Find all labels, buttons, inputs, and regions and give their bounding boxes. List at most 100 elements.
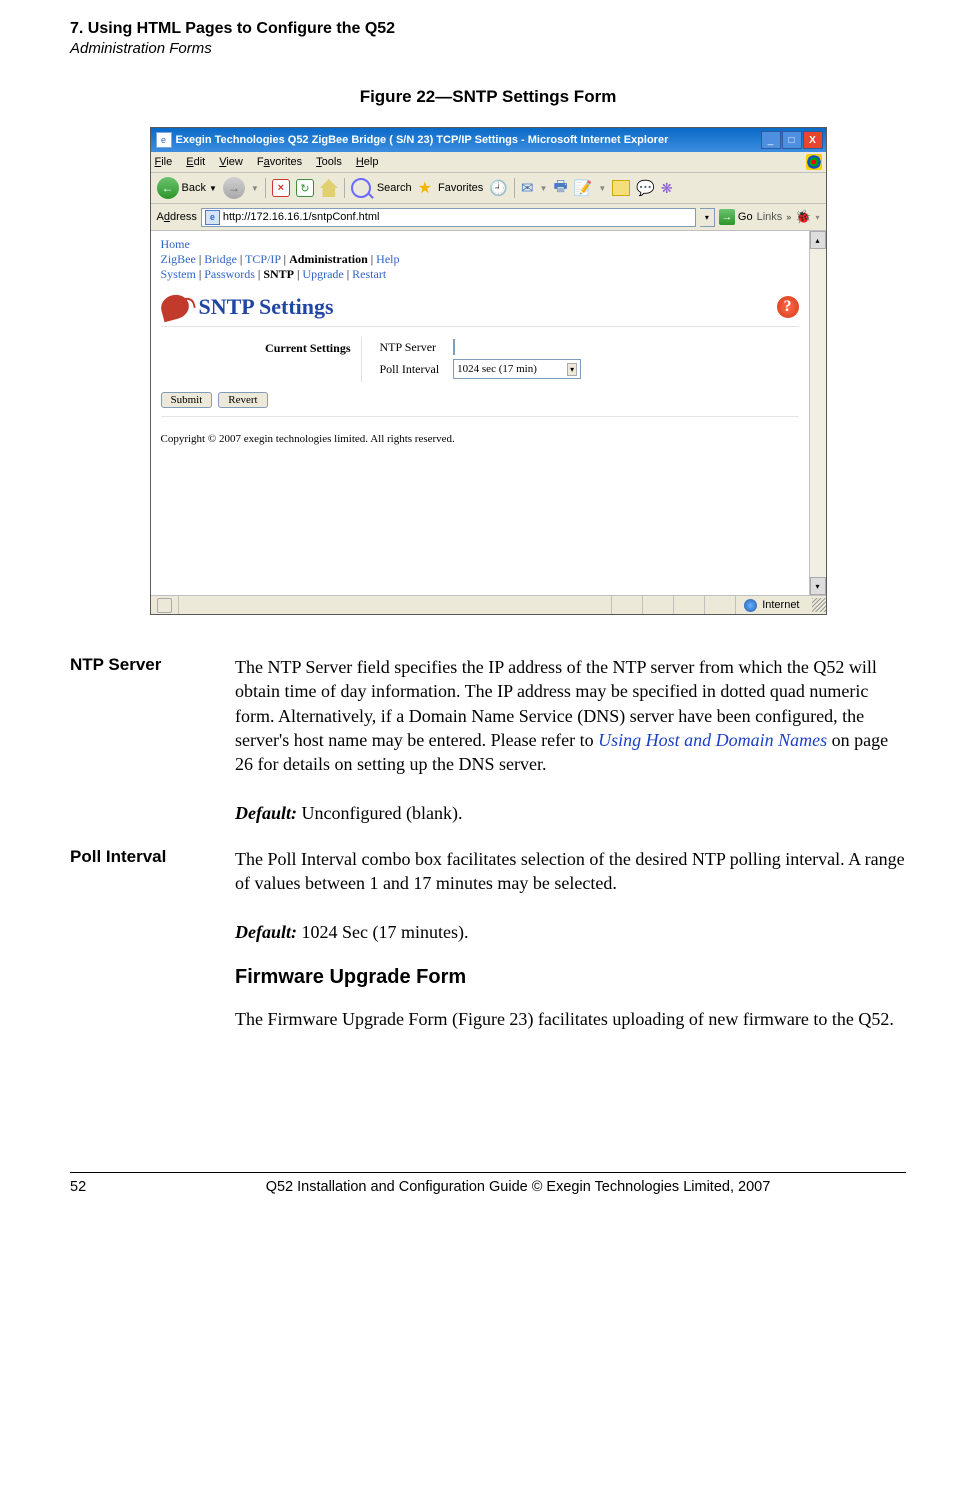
favorites-star-icon: ★	[418, 178, 432, 198]
ie-page-icon: e	[205, 210, 220, 225]
footer-text: Q52 Installation and Configuration Guide…	[130, 1179, 906, 1195]
nav-zigbee[interactable]: ZigBee	[161, 252, 196, 266]
close-button[interactable]: X	[803, 131, 823, 149]
chevron-down-icon: ▼	[251, 184, 259, 193]
status-bar: Internet	[151, 595, 826, 614]
help-button[interactable]: ?	[777, 296, 799, 318]
nav-admin[interactable]: Administration	[289, 252, 368, 266]
ie-window: e Exegin Technologies Q52 ZigBee Bridge …	[150, 127, 827, 615]
ntp-server-input[interactable]	[453, 339, 455, 355]
maximize-button[interactable]: □	[782, 131, 802, 149]
minimize-button[interactable]: _	[761, 131, 781, 149]
nav-home[interactable]: Home	[161, 237, 190, 251]
nav-toolbar: ← Back ▼ → ▼ × ↻ Search ★ Favorites 🕘 ✉ …	[151, 173, 826, 204]
divider	[161, 326, 799, 327]
definition-term-poll: Poll Interval	[70, 847, 235, 944]
nav-restart[interactable]: Restart	[352, 267, 386, 281]
heading-firmware-upgrade: Firmware Upgrade Form	[235, 966, 906, 989]
definition-body-poll: The Poll Interval combo box facilitates …	[235, 847, 906, 944]
folder-icon[interactable]	[612, 180, 630, 196]
revert-button[interactable]: Revert	[218, 392, 267, 408]
ntp-server-label: NTP Server	[374, 339, 446, 356]
refresh-button[interactable]: ↻	[296, 179, 314, 197]
back-button[interactable]: ← Back ▼	[157, 177, 217, 199]
favorites-button[interactable]: Favorites	[438, 182, 483, 194]
discuss-button[interactable]: 💬	[636, 179, 655, 197]
page-content: Home ZigBee | Bridge | TCP/IP | Administ…	[151, 231, 809, 595]
poll-interval-select[interactable]: 1024 sec (17 min) ▾	[453, 359, 581, 379]
scroll-track[interactable]	[810, 249, 826, 577]
page-footer: 52 Q52 Installation and Configuration Gu…	[70, 1172, 906, 1215]
scroll-down-button[interactable]: ▾	[810, 577, 826, 595]
menu-bar: File Edit View Favorites Tools Help	[151, 152, 826, 173]
divider	[161, 416, 799, 417]
nav-sntp[interactable]: SNTP	[263, 267, 294, 281]
home-button[interactable]	[320, 179, 338, 197]
go-button[interactable]: → Go	[719, 209, 753, 225]
menu-view[interactable]: View	[219, 156, 243, 168]
link-figure-23[interactable]: Figure 23	[458, 1009, 528, 1029]
print-button[interactable]: 🖶	[553, 176, 567, 201]
paragraph-firmware: The Firmware Upgrade Form (Figure 23) fa…	[235, 1007, 906, 1031]
separator	[514, 178, 515, 198]
separator	[344, 178, 345, 198]
nav-upgrade[interactable]: Upgrade	[302, 267, 343, 281]
window-title: Exegin Technologies Q52 ZigBee Bridge ( …	[176, 134, 761, 146]
definition-body-ntp: The NTP Server field specifies the IP ad…	[235, 655, 906, 825]
nav-tcpip[interactable]: TCP/IP	[245, 252, 281, 266]
chevron-right-icon: »	[786, 212, 791, 222]
menu-tools[interactable]: Tools	[316, 156, 342, 168]
scroll-up-button[interactable]: ▴	[810, 231, 826, 249]
url-text: http://172.16.16.1/sntpConf.html	[223, 211, 380, 223]
definition-term-ntp: NTP Server	[70, 655, 235, 825]
mail-button[interactable]: ✉	[521, 179, 534, 197]
messenger-icon[interactable]: ❋	[661, 180, 673, 197]
window-titlebar: e Exegin Technologies Q52 ZigBee Bridge …	[151, 128, 826, 152]
menu-file[interactable]: File	[155, 156, 173, 168]
pdf-icon[interactable]: 🐞	[795, 209, 811, 225]
exegin-logo-icon	[158, 292, 191, 322]
forward-button[interactable]: →	[223, 177, 245, 199]
search-button[interactable]: Search	[377, 182, 412, 194]
chevron-down-icon: ▾	[815, 213, 819, 222]
vertical-scrollbar[interactable]: ▴ ▾	[809, 231, 826, 595]
nav-line-1: Home ZigBee | Bridge | TCP/IP | Administ…	[161, 237, 799, 282]
go-arrow-icon: →	[719, 209, 735, 225]
nav-help[interactable]: Help	[376, 252, 399, 266]
nav-bridge[interactable]: Bridge	[204, 252, 237, 266]
address-label: Address	[157, 211, 197, 223]
address-bar: Address e http://172.16.16.1/sntpConf.ht…	[151, 204, 826, 231]
menu-help[interactable]: Help	[356, 156, 379, 168]
nav-passwords[interactable]: Passwords	[204, 267, 255, 281]
chevron-down-icon: ▾	[567, 363, 577, 376]
links-label[interactable]: Links	[757, 211, 783, 223]
resize-grip-icon[interactable]	[812, 598, 826, 612]
page-title: SNTP Settings	[199, 294, 334, 320]
edit-button[interactable]: 📝	[574, 179, 593, 197]
link-host-domain-names[interactable]: Using Host and Domain Names	[598, 730, 827, 750]
figure-caption: Figure 22—SNTP Settings Form	[70, 87, 906, 107]
status-zone: Internet	[762, 599, 799, 611]
separator	[265, 178, 266, 198]
stop-button[interactable]: ×	[272, 179, 290, 197]
search-icon	[351, 178, 371, 198]
address-input[interactable]: e http://172.16.16.1/sntpConf.html	[201, 208, 696, 227]
address-dropdown[interactable]: ▾	[700, 208, 715, 227]
ie-page-icon: e	[156, 132, 172, 148]
menu-favorites[interactable]: Favorites	[257, 156, 302, 168]
chapter-title: 7. Using HTML Pages to Configure the Q52	[70, 20, 906, 38]
chevron-down-icon: ▼	[540, 184, 548, 193]
section-title: Administration Forms	[70, 40, 906, 57]
history-button[interactable]: 🕘	[489, 179, 508, 197]
poll-interval-label: Poll Interval	[374, 358, 446, 380]
submit-button[interactable]: Submit	[161, 392, 213, 408]
windows-flag-icon	[806, 154, 822, 170]
chevron-down-icon: ▼	[209, 184, 217, 193]
status-page-icon	[157, 598, 172, 613]
page-number: 52	[70, 1179, 130, 1195]
back-arrow-icon: ←	[157, 177, 179, 199]
nav-system[interactable]: System	[161, 267, 196, 281]
current-settings-label: Current Settings	[231, 337, 361, 356]
chevron-down-icon: ▼	[598, 184, 606, 193]
menu-edit[interactable]: Edit	[186, 156, 205, 168]
